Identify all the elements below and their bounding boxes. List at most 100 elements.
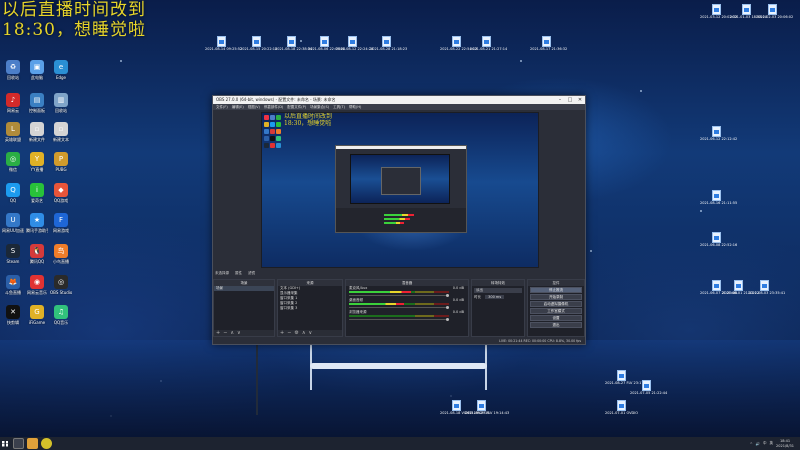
- desktop-shortcut[interactable]: 🦊 斗鱼直播: [2, 275, 24, 303]
- overlay-line-2: 18:30，想睡觉啦: [2, 20, 146, 40]
- desktop-shortcut-label: 控制面板: [29, 108, 45, 113]
- menu-docks[interactable]: 停靠部件(D): [264, 105, 283, 110]
- start-button[interactable]: [0, 437, 10, 450]
- volume-icon[interactable]: 🔊: [756, 442, 760, 446]
- menu-profile[interactable]: 配置文件(P): [287, 105, 306, 110]
- desktop-shortcut[interactable]: Q QQ: [2, 183, 24, 211]
- video-file-icon[interactable]: 2021-08-21 21:27:14: [470, 36, 507, 60]
- document-icon: [481, 36, 491, 47]
- video-file-icon[interactable]: 2021-08-16 21:11:55: [700, 190, 737, 214]
- menu-edit[interactable]: 编辑(E): [232, 105, 244, 110]
- desktop-shortcut[interactable]: ♫ QQ音乐: [50, 305, 72, 333]
- video-file-icon[interactable]: 2021-08-18 22:38:54: [275, 36, 312, 60]
- desktop-shortcut[interactable]: ▫ 新建文件: [26, 122, 48, 150]
- desktop-shortcut[interactable]: S Steam: [2, 244, 24, 272]
- desktop-shortcut[interactable]: GiFiGame: [26, 305, 48, 333]
- menu-scene-collection[interactable]: 场景集合(S): [310, 105, 329, 110]
- video-file-icon[interactable]: 2021-02-03 20:06:02: [756, 4, 793, 28]
- taskbar-app-folder-icon[interactable]: [27, 438, 38, 449]
- app-icon: ◆: [54, 183, 68, 197]
- obs-preview-canvas[interactable]: 以后直播时间改到 18:30，想睡觉啦: [261, 112, 539, 268]
- close-button[interactable]: ✕: [575, 96, 585, 104]
- desktop-shortcut[interactable]: U网易UU加速器: [2, 213, 24, 241]
- taskbar-app-obs-icon[interactable]: [13, 438, 24, 449]
- ime-icon[interactable]: 中: [763, 441, 767, 446]
- language-icon[interactable]: 英: [770, 441, 774, 446]
- video-file-icon[interactable]: 2021-08-28 21:18:23: [370, 36, 407, 60]
- stop-streaming-button[interactable]: 停止推流: [530, 287, 582, 293]
- video-file-icon[interactable]: 2021-08-14 09:25:52: [205, 36, 242, 60]
- desktop-shortcut[interactable]: ▫ 新建文本: [50, 122, 72, 150]
- wallpaper-swing: [300, 345, 500, 405]
- video-file-icon[interactable]: 2021-08-17 21:36:32: [530, 36, 567, 60]
- sources-dock-toolbar[interactable]: +−⚙∧∨: [278, 330, 342, 336]
- scene-item[interactable]: 场景: [214, 286, 274, 291]
- exit-button[interactable]: 退出: [530, 322, 582, 328]
- start-recording-button[interactable]: 开始录制: [530, 294, 582, 300]
- video-file-icon[interactable]: 2021-08-03 23:35:41: [748, 280, 785, 304]
- video-file-icon[interactable]: 2021-06-08 22:52:16: [700, 232, 737, 256]
- desktop-shortcut-label: 回收站: [55, 108, 67, 113]
- tray-expand-icon[interactable]: ^: [750, 442, 753, 446]
- app-icon: ◉: [30, 275, 44, 289]
- volume-slider-handle[interactable]: [446, 306, 449, 309]
- menu-help[interactable]: 帮助(H): [349, 105, 361, 110]
- desktop-shortcut-label: PUBG: [55, 167, 67, 172]
- studio-mode-button[interactable]: 工作室模式: [530, 308, 582, 314]
- taskbar-clock[interactable]: 18:41 2021/8/31: [776, 439, 794, 448]
- desktop-shortcut[interactable]: L 英雄联盟: [2, 122, 24, 150]
- video-file-icon[interactable]: 2021-07-01 OVDIO: [605, 400, 638, 424]
- properties-button[interactable]: 属性: [235, 271, 242, 276]
- app-icon: ★: [30, 213, 44, 227]
- document-icon: [711, 4, 721, 15]
- maximize-button[interactable]: □: [565, 96, 575, 104]
- scenes-dock-toolbar[interactable]: +−∧∨: [214, 330, 274, 336]
- video-file-icon[interactable]: 2021-03-12 20:02:33: [700, 4, 737, 28]
- volume-slider[interactable]: [349, 295, 449, 296]
- document-icon: [733, 280, 743, 291]
- volume-slider[interactable]: [349, 319, 449, 320]
- video-file-icon[interactable]: 2021-08-27 FLV 19:14:43: [465, 400, 509, 424]
- volume-slider-handle[interactable]: [446, 318, 449, 321]
- preview-desktop-icons: [264, 115, 282, 150]
- desktop-shortcut[interactable]: Y YY直播: [26, 152, 48, 180]
- filters-button[interactable]: 滤镜: [248, 271, 255, 276]
- menu-view[interactable]: 视图(V): [248, 105, 260, 110]
- video-file-icon[interactable]: 2021-06-12 22:12:42: [700, 126, 737, 150]
- desktop-shortcut[interactable]: e Edge: [50, 60, 72, 88]
- obs-titlebar[interactable]: OBS 27.0.0 (64-bit, windows) - 配置文件: 未命名…: [213, 96, 585, 104]
- desktop-shortcut[interactable]: ◎ 微信: [2, 152, 24, 180]
- desktop-shortcut[interactable]: 鸟小鸟直播: [50, 244, 72, 272]
- source-item[interactable]: 窗口采集 3: [278, 306, 342, 311]
- menu-file[interactable]: 文件(F): [216, 105, 228, 110]
- desktop-shortcut[interactable]: P PUBG: [50, 152, 72, 180]
- volume-slider-handle[interactable]: [446, 294, 449, 297]
- minimize-button[interactable]: –: [555, 96, 565, 104]
- desktop-shortcut[interactable]: 🐧 腾讯QQ: [26, 244, 48, 272]
- video-file-icon[interactable]: 2021-08-22 22:54:13: [440, 36, 477, 60]
- video-file-icon[interactable]: 2021-08-15 20:22:10: [240, 36, 277, 60]
- desktop-shortcut[interactable]: ▥ 回收站: [50, 93, 72, 121]
- desktop-shortcut[interactable]: F 网易游戏: [50, 213, 72, 241]
- settings-button[interactable]: 设置: [530, 315, 582, 321]
- obs-window[interactable]: OBS 27.0.0 (64-bit, windows) - 配置文件: 未命名…: [212, 95, 586, 345]
- volume-slider[interactable]: [349, 307, 449, 308]
- transitions-dock-title: 转场特效: [472, 280, 524, 286]
- start-virtual-camera-button[interactable]: 启动虚拟摄像机: [530, 301, 582, 307]
- video-file-icon[interactable]: 2021-08-12 22:24:24: [336, 36, 373, 60]
- desktop-shortcut[interactable]: ◆ QQ游戏: [50, 183, 72, 211]
- desktop-shortcut[interactable]: ♪ 网易云: [2, 93, 24, 121]
- desktop-shortcut[interactable]: ▣ 此电脑: [26, 60, 48, 88]
- desktop-shortcut[interactable]: ✕ 快剪辑: [2, 305, 24, 333]
- duration-input[interactable]: 300 ms: [485, 295, 505, 299]
- mixer-channel-db: 0.0 dB: [452, 310, 464, 314]
- desktop-shortcut[interactable]: ♻ 回收站: [2, 60, 24, 88]
- desktop-shortcut[interactable]: ▤ 控制面板: [26, 93, 48, 121]
- menu-tools[interactable]: 工具(T): [333, 105, 345, 110]
- desktop-shortcut[interactable]: i 爱奇艺: [26, 183, 48, 211]
- desktop-shortcut[interactable]: ◎ OBS Studio: [50, 275, 72, 303]
- taskbar-app-media-icon[interactable]: [41, 438, 52, 449]
- transition-select[interactable]: 淡出: [474, 288, 522, 293]
- desktop-shortcut[interactable]: ◉ 网易云音乐: [26, 275, 48, 303]
- desktop-shortcut[interactable]: ★ 腾讯手游助手: [26, 213, 48, 241]
